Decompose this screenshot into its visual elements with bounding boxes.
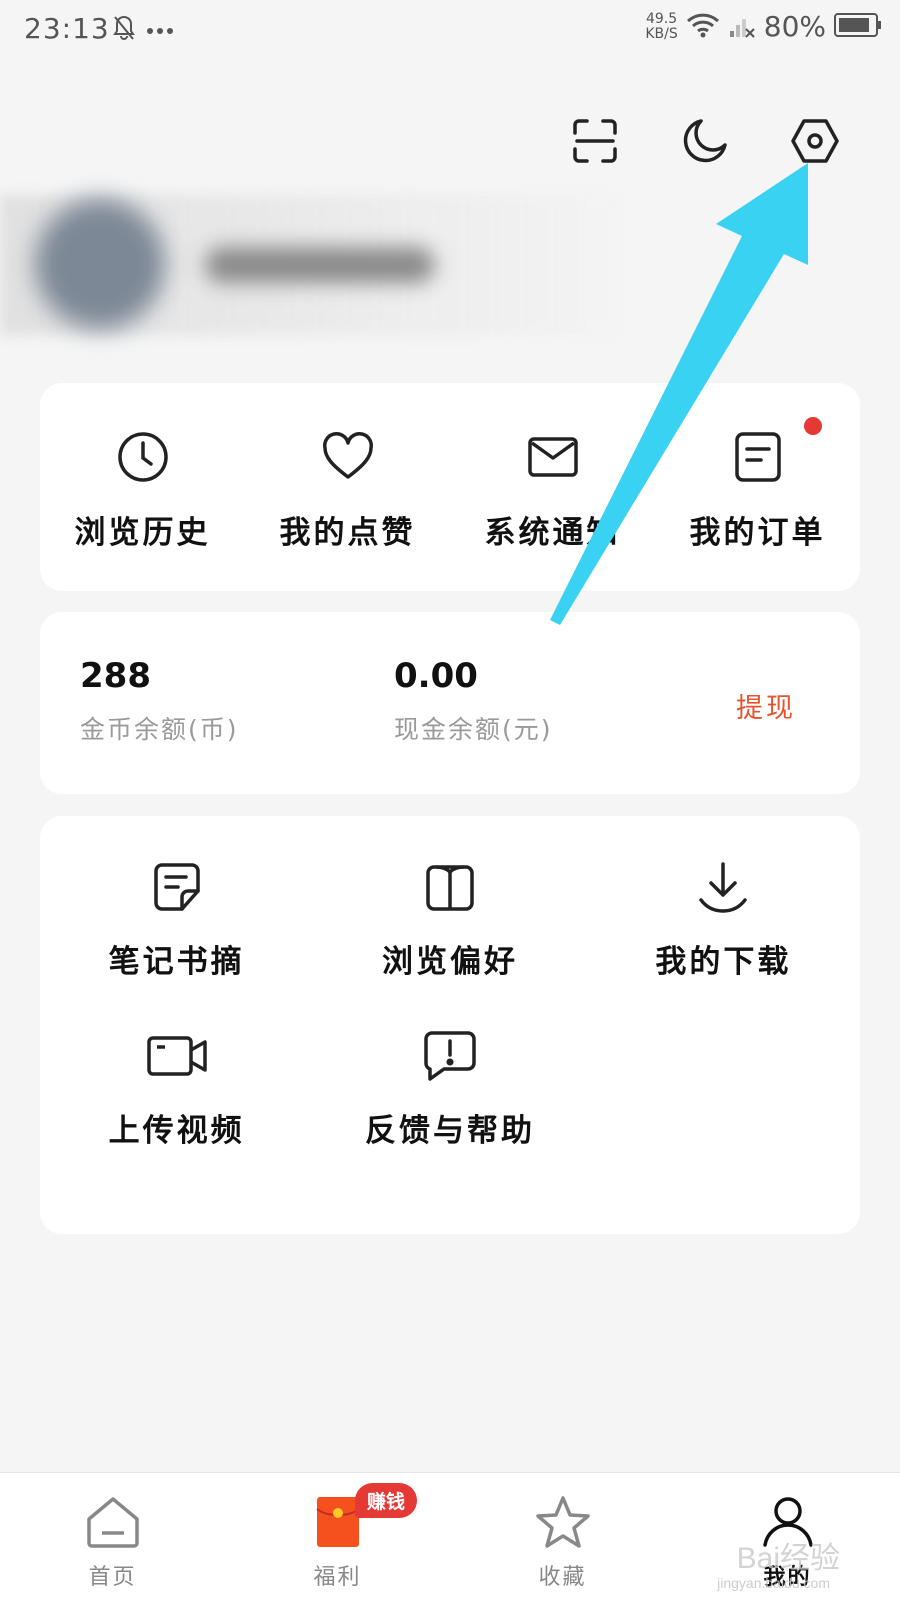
tool-feedback[interactable]: 反馈与帮助 bbox=[313, 1029, 586, 1150]
watermark-url: jingyan.baidu.com bbox=[717, 1575, 830, 1591]
home-icon bbox=[84, 1495, 142, 1553]
tool-downloads[interactable]: 我的下载 bbox=[587, 860, 860, 981]
night-mode-icon[interactable] bbox=[672, 108, 738, 174]
bottom-nav: 首页 赚钱 福利 收藏 我的 Bai经验 jingyan.baidu.com bbox=[0, 1472, 900, 1601]
nav-label: 收藏 bbox=[538, 1565, 587, 1590]
note-icon bbox=[150, 860, 204, 918]
bell-muted-icon bbox=[112, 14, 136, 46]
tool-label: 反馈与帮助 bbox=[364, 1113, 535, 1149]
coin-balance-value: 288 bbox=[80, 656, 151, 696]
red-envelope-icon bbox=[315, 1495, 361, 1553]
more-dots-icon bbox=[146, 21, 174, 40]
star-icon bbox=[535, 1495, 591, 1553]
status-bar: 23:13 49.5 KB/S 80% bbox=[0, 0, 900, 64]
nav-home[interactable]: 首页 bbox=[0, 1473, 225, 1601]
heart-icon bbox=[320, 429, 376, 489]
notification-dot bbox=[804, 417, 822, 435]
download-icon bbox=[696, 860, 750, 918]
nav-favorites[interactable]: 收藏 bbox=[450, 1473, 675, 1601]
profile-header[interactable] bbox=[0, 195, 620, 335]
settings-icon[interactable] bbox=[782, 108, 848, 174]
withdraw-button[interactable]: 提现 bbox=[736, 686, 796, 725]
coin-balance[interactable]: 288 金币余额(币) bbox=[80, 656, 239, 746]
coin-balance-label: 金币余额(币) bbox=[80, 715, 239, 744]
clock-icon bbox=[115, 429, 171, 489]
tool-label: 笔记书摘 bbox=[108, 944, 245, 980]
tool-label: 上传视频 bbox=[108, 1113, 245, 1149]
tools-card: 笔记书摘 浏览偏好 我的下载 上传视频 反馈与帮助 bbox=[40, 816, 860, 1234]
nav-label: 首页 bbox=[88, 1565, 137, 1590]
quick-item-history[interactable]: 浏览历史 bbox=[40, 383, 245, 591]
quick-item-orders[interactable]: 我的订单 bbox=[655, 383, 860, 591]
net-speed: 49.5 KB/S bbox=[645, 10, 678, 42]
tool-notes[interactable]: 笔记书摘 bbox=[40, 860, 313, 981]
tool-label: 浏览偏好 bbox=[381, 944, 518, 980]
quick-item-label: 系统通知 bbox=[484, 515, 621, 551]
avatar[interactable] bbox=[35, 199, 165, 329]
balance-card: 288 金币余额(币) 0.00 现金余额(元) 提现 bbox=[40, 612, 860, 794]
quick-item-notifications[interactable]: 系统通知 bbox=[450, 383, 655, 591]
book-icon bbox=[423, 860, 477, 918]
username-blurred[interactable] bbox=[205, 247, 435, 283]
quick-item-label: 我的订单 bbox=[689, 515, 826, 551]
quick-item-label: 我的点赞 bbox=[279, 515, 416, 551]
cash-balance-label: 现金余额(元) bbox=[394, 715, 553, 744]
quick-item-likes[interactable]: 我的点赞 bbox=[245, 383, 450, 591]
scan-icon[interactable] bbox=[562, 108, 628, 174]
tool-preferences[interactable]: 浏览偏好 bbox=[313, 860, 586, 981]
video-icon bbox=[145, 1029, 209, 1087]
wifi-icon bbox=[686, 11, 720, 43]
tool-label: 我的下载 bbox=[655, 944, 792, 980]
cash-balance-value: 0.00 bbox=[394, 656, 478, 696]
earn-badge: 赚钱 bbox=[355, 1483, 418, 1518]
nav-welfare[interactable]: 赚钱 福利 bbox=[225, 1473, 450, 1601]
watermark-logo: Bai经验 bbox=[736, 1542, 840, 1575]
order-icon bbox=[730, 429, 786, 489]
feedback-icon bbox=[422, 1029, 478, 1087]
quick-links-card: 浏览历史 我的点赞 系统通知 我的订单 bbox=[40, 383, 860, 591]
mail-icon bbox=[525, 429, 581, 489]
tool-upload-video[interactable]: 上传视频 bbox=[40, 1029, 313, 1150]
cash-balance[interactable]: 0.00 现金余额(元) bbox=[394, 656, 553, 746]
nav-label: 福利 bbox=[313, 1565, 362, 1590]
status-time: 23:13 bbox=[24, 12, 110, 45]
top-actions bbox=[562, 108, 848, 174]
battery-icon bbox=[834, 12, 882, 42]
quick-item-label: 浏览历史 bbox=[74, 515, 211, 551]
battery-text: 80% bbox=[763, 10, 826, 43]
signal-icon bbox=[728, 11, 756, 43]
